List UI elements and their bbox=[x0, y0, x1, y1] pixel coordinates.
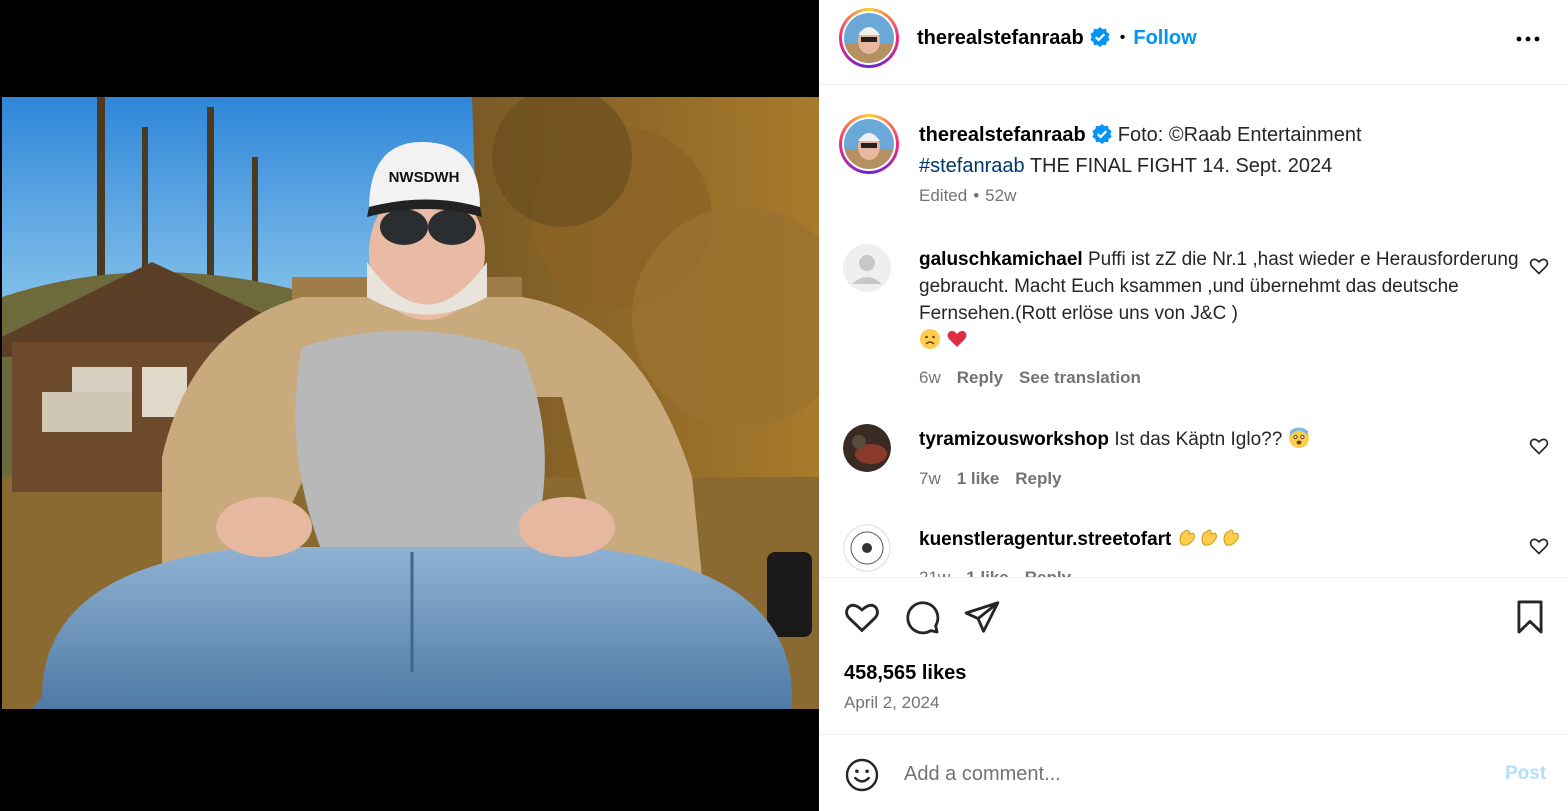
comment-username[interactable]: tyramizousworkshop bbox=[919, 429, 1109, 450]
post-actions: 458,565 likes April 2, 2024 bbox=[819, 577, 1568, 734]
cap-logo-text: NWSDWH bbox=[389, 169, 460, 186]
likes-count[interactable]: 458,565 likes bbox=[844, 662, 966, 685]
reply-button[interactable]: Reply bbox=[1015, 469, 1061, 488]
caption-prefix: Foto: ©Raab Entertainment bbox=[1117, 124, 1362, 146]
share-paper-plane-icon[interactable] bbox=[963, 598, 1001, 636]
header-meta: therealstefanraab • Follow bbox=[917, 27, 1197, 52]
comment-age[interactable]: 21w bbox=[919, 568, 950, 577]
comment-age[interactable]: 7w bbox=[919, 469, 941, 488]
comment-meta: 7w 1 like Reply bbox=[919, 469, 1078, 489]
comment-username[interactable]: galuschkamichael bbox=[919, 249, 1083, 270]
comment-bubble-icon[interactable] bbox=[903, 598, 941, 636]
post-date[interactable]: April 2, 2024 bbox=[844, 693, 939, 713]
post-header: therealstefanraab • Follow bbox=[819, 0, 1568, 85]
caption-text: therealstefanraab Foto: ©Raab Entertainme… bbox=[919, 121, 1519, 180]
comment-item: tyramizousworkshop Ist das Käptn Iglo?? … bbox=[819, 424, 1568, 504]
author-username[interactable]: therealstefanraab bbox=[917, 27, 1084, 49]
emoji-picker-icon[interactable] bbox=[844, 757, 880, 793]
reply-button[interactable]: Reply bbox=[1025, 568, 1071, 577]
caption-rest: THE FINAL FIGHT 14. Sept. 2024 bbox=[1029, 155, 1333, 177]
caption-meta-separator: • bbox=[973, 186, 980, 205]
post-comment-button[interactable]: Post bbox=[1505, 763, 1546, 785]
comment-text: galuschkamichael Puffi ist zZ die Nr.1 ,… bbox=[919, 246, 1519, 354]
comment-username[interactable]: kuenstleragentur.streetofart bbox=[919, 529, 1171, 550]
clapping-hands-icon bbox=[1221, 527, 1243, 549]
sad-face-icon bbox=[919, 328, 941, 350]
more-options-icon[interactable] bbox=[1513, 24, 1543, 54]
comment-like-icon[interactable] bbox=[1529, 536, 1549, 556]
caption-meta: Edited • 52w bbox=[919, 186, 1032, 206]
comment-text: kuenstleragentur.streetofart bbox=[919, 526, 1519, 553]
verified-badge-icon bbox=[1090, 27, 1110, 52]
follow-button[interactable]: Follow bbox=[1133, 27, 1196, 49]
edited-label: Edited bbox=[919, 186, 968, 205]
see-translation-button[interactable]: See translation bbox=[1019, 368, 1141, 387]
author-avatar[interactable] bbox=[839, 8, 899, 68]
comment-meta: 6w Reply See translation bbox=[919, 368, 1157, 388]
post-photo[interactable]: NWSDWH bbox=[2, 97, 819, 709]
commenter-avatar[interactable] bbox=[843, 524, 891, 572]
comment-body: Ist das Käptn Iglo?? bbox=[1114, 429, 1283, 450]
comment-like-count[interactable]: 1 like bbox=[957, 469, 1000, 488]
default-avatar-icon[interactable] bbox=[843, 244, 891, 292]
red-heart-icon bbox=[946, 328, 968, 350]
caption-author-avatar[interactable] bbox=[839, 114, 899, 174]
comment-text: tyramizousworkshop Ist das Käptn Iglo?? bbox=[919, 426, 1519, 453]
reply-button[interactable]: Reply bbox=[957, 368, 1003, 387]
caption-avatar-image bbox=[844, 119, 894, 169]
caption-verified-icon bbox=[1092, 124, 1112, 152]
like-heart-icon[interactable] bbox=[843, 598, 881, 636]
hashtag-link[interactable]: #stefanraab bbox=[919, 155, 1025, 177]
photo-illustration: NWSDWH bbox=[2, 97, 819, 709]
commenter-avatar[interactable] bbox=[843, 424, 891, 472]
post-sidebar: therealstefanraab • Follow therealstefan… bbox=[819, 0, 1568, 811]
post-caption: therealstefanraab Foto: ©Raab Entertainme… bbox=[819, 114, 1568, 234]
fearful-face-icon bbox=[1288, 427, 1310, 449]
author-avatar-image bbox=[844, 13, 894, 63]
clapping-hands-icon bbox=[1199, 527, 1221, 549]
save-bookmark-icon[interactable] bbox=[1511, 598, 1549, 636]
comment-input[interactable]: Add a comment... bbox=[904, 763, 1061, 786]
comment-like-icon[interactable] bbox=[1529, 256, 1549, 276]
comment-age[interactable]: 6w bbox=[919, 368, 941, 387]
post-media-panel: NWSDWH bbox=[0, 0, 819, 811]
comment-composer: Add a comment... Post bbox=[819, 734, 1568, 811]
comment-like-icon[interactable] bbox=[1529, 436, 1549, 456]
caption-username[interactable]: therealstefanraab bbox=[919, 124, 1086, 146]
clapping-hands-icon bbox=[1177, 527, 1199, 549]
caption-age[interactable]: 52w bbox=[985, 186, 1016, 205]
comment-meta: 21w 1 like Reply bbox=[919, 568, 1087, 577]
comment-item: galuschkamichael Puffi ist zZ die Nr.1 ,… bbox=[819, 244, 1568, 394]
comments-list[interactable]: therealstefanraab Foto: ©Raab Entertainme… bbox=[819, 86, 1568, 577]
header-separator: • bbox=[1119, 29, 1126, 46]
comment-item: kuenstleragentur.streetofart 21w 1 like Re… bbox=[819, 524, 1568, 577]
comment-like-count[interactable]: 1 like bbox=[966, 568, 1009, 577]
